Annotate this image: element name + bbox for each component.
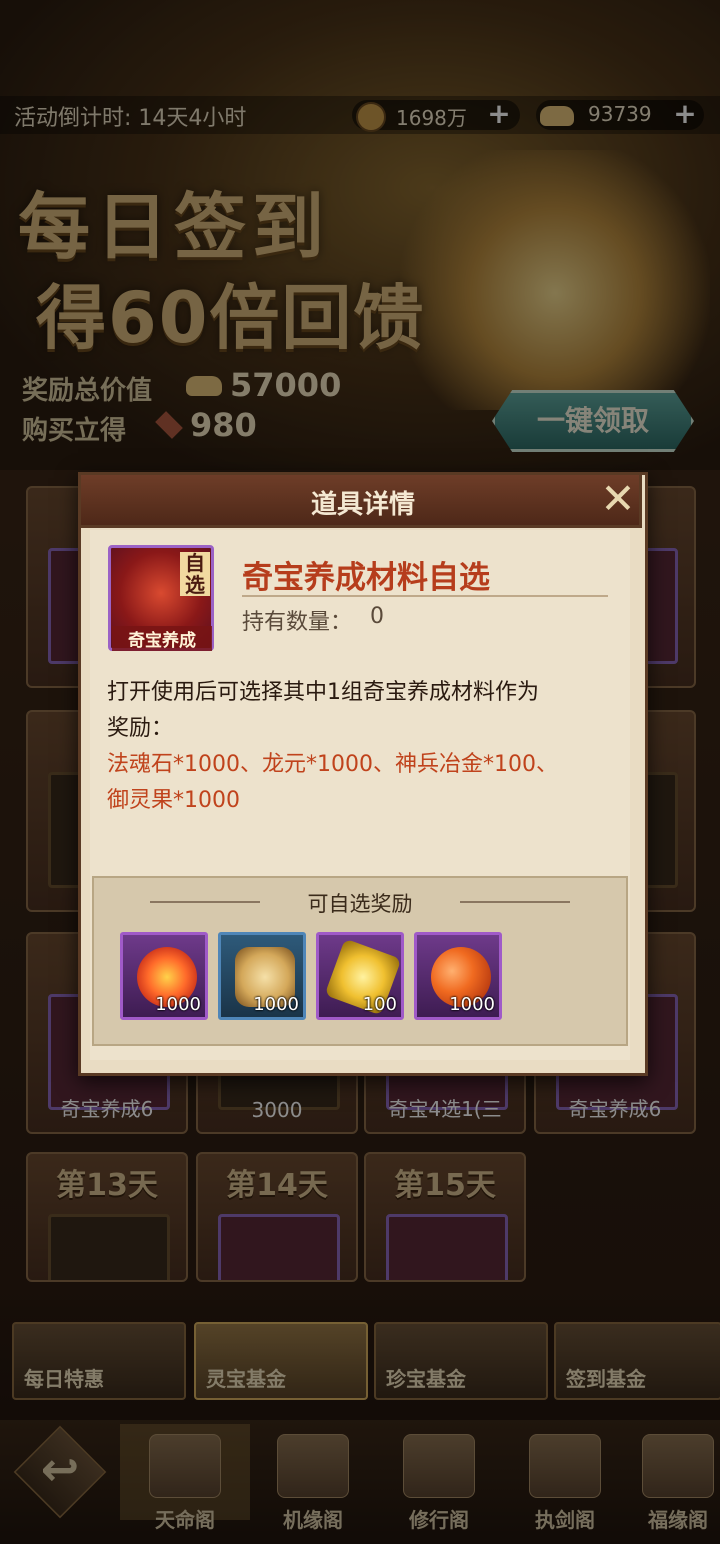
reward-list: 御灵果*1000 <box>107 788 240 813</box>
item-icon-tag: 自选 <box>180 552 210 596</box>
item-description: 奖励： <box>107 716 174 741</box>
close-button[interactable]: ✕ <box>596 478 640 522</box>
choice-qty: 1000 <box>155 994 201 1015</box>
choice-longyuan[interactable]: 1000 <box>218 932 306 1020</box>
choice-qty: 100 <box>362 994 397 1015</box>
choice-qty: 1000 <box>449 994 495 1015</box>
divider <box>242 595 608 597</box>
choice-fahunshi[interactable]: 1000 <box>120 932 208 1020</box>
owned-label: 持有数量： <box>242 610 353 635</box>
item-icon-label: 奇宝养成 <box>112 626 212 651</box>
item-description: 打开使用后可选择其中1组奇宝养成材料作为 <box>107 680 539 705</box>
reward-list: 法魂石*1000、龙元*1000、神兵冶金*100、 <box>107 752 558 777</box>
choices-title: 可自选奖励 <box>307 892 413 916</box>
owned-value: 0 <box>370 604 384 629</box>
dialog-title: 道具详情 <box>310 490 415 520</box>
item-name: 奇宝养成材料自选 <box>242 560 490 596</box>
choice-shenbing-yejin[interactable]: 100 <box>316 932 404 1020</box>
choice-qty: 1000 <box>253 994 299 1015</box>
choice-yulingguo[interactable]: 1000 <box>414 932 502 1020</box>
